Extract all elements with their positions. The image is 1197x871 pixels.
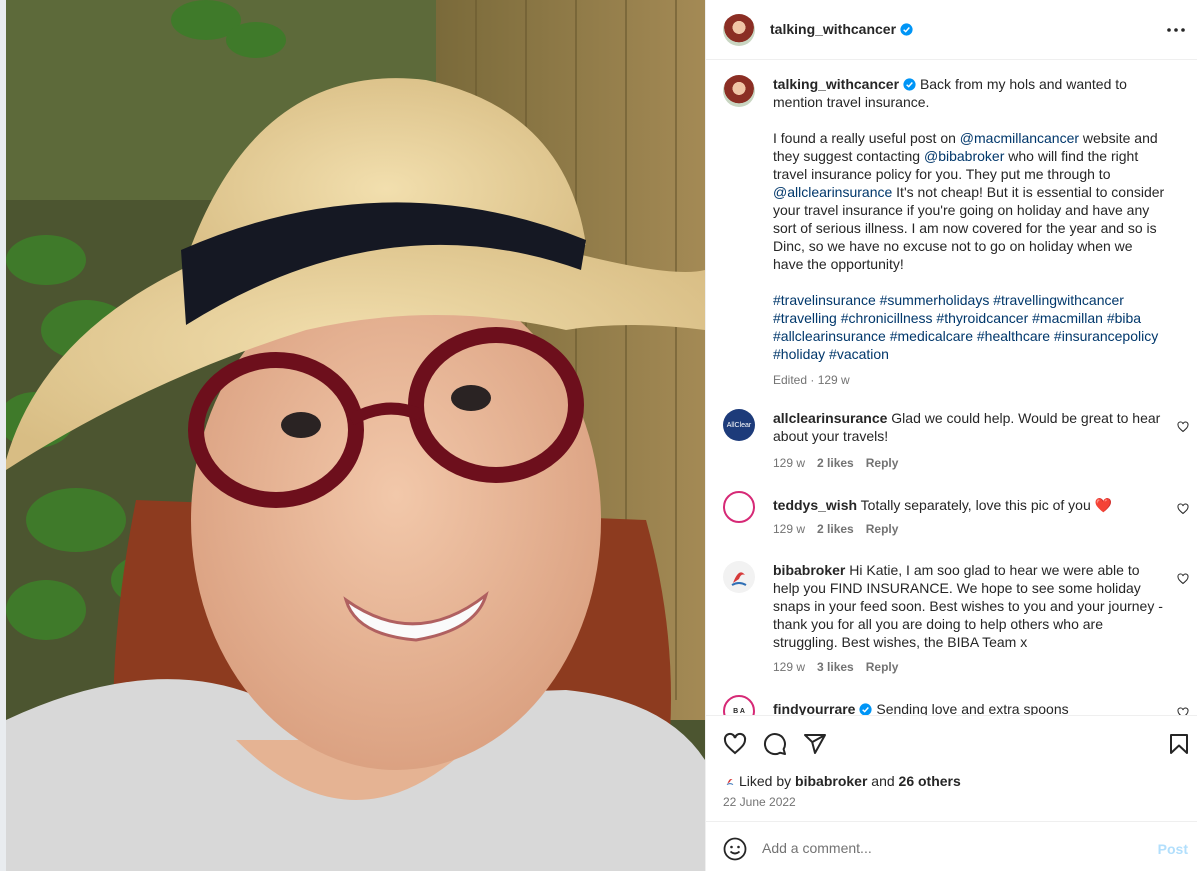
comment-text: Totally separately, love this pic of you [860,497,1091,513]
likes-prefix: Liked by [739,773,796,789]
commenter-avatar[interactable] [723,491,755,523]
comment-icon[interactable] [763,732,787,756]
verified-icon [859,703,873,715]
likes-summary: Liked by bibabroker and 26 others [723,773,961,789]
mention-link[interactable]: @bibabroker [924,148,1004,164]
comment-like-heart-icon[interactable] [1177,573,1189,585]
hashtags[interactable]: #travelinsurance #summerholidays #travel… [773,291,1165,363]
caption-text: I found a really useful post on [773,130,960,146]
comment-time[interactable]: 129 w [773,660,805,674]
bookmark-icon[interactable] [1167,732,1191,756]
comment-likes[interactable]: 2 likes [817,456,854,470]
heart-icon[interactable] [723,732,747,756]
reply-button[interactable]: Reply [866,660,899,674]
likes-and: and [867,773,899,789]
post-date[interactable]: 22 June 2022 [723,795,796,809]
comment-meta: 129 w 2 likes Reply [773,456,910,470]
comment-like-heart-icon[interactable] [1177,421,1189,433]
comment-like-heart-icon[interactable] [1177,503,1189,515]
comment-likes[interactable]: 2 likes [817,522,854,536]
caption-avatar[interactable] [723,75,755,107]
reply-button[interactable]: Reply [866,522,899,536]
comment-input[interactable] [762,834,1142,862]
liker-username[interactable]: bibabroker [795,773,867,789]
avatar-text: AllClear [726,421,752,429]
edited-time: Edited · 129 w [773,373,850,387]
liker-avatar-icon [726,778,734,785]
comment-likes[interactable]: 3 likes [817,660,854,674]
likes-others[interactable]: 26 others [899,773,961,789]
commenter-username[interactable]: findyourrare [773,701,855,715]
commenter-username[interactable]: teddys_wish [773,497,857,513]
emoji-icon[interactable] [723,837,747,861]
selfie-image [6,0,705,871]
post-actions: Liked by bibabroker and 26 others 22 Jun… [706,715,1197,821]
comment-time[interactable]: 129 w [773,456,805,470]
reply-button[interactable]: Reply [866,456,899,470]
commenter-username[interactable]: allclearinsurance [773,410,887,426]
share-icon[interactable] [803,732,827,756]
commenter-avatar[interactable] [723,561,755,593]
caption-paragraph: I found a really useful post on @macmill… [773,129,1165,273]
comments-section[interactable]: talking_withcancer Back from my hols and… [706,61,1197,715]
mention-link[interactable]: @macmillancancer [960,130,1079,146]
more-icon[interactable] [1164,18,1188,42]
commenter-username[interactable]: bibabroker [773,562,845,578]
verified-icon [900,23,913,36]
heart-emoji: ❤️ [1094,497,1113,513]
post-comment-button[interactable]: Post [1158,841,1188,857]
commenter-avatar[interactable]: AllClear [723,409,755,441]
commenter-avatar[interactable]: B A [723,695,755,715]
comment-text: Sending love and extra spoons [876,701,1069,715]
comment-time[interactable]: 129 w [773,522,805,536]
comment-meta: 129 w 2 likes Reply [773,522,910,536]
comment-meta: 129 w 3 likes Reply [773,660,910,674]
post-photo[interactable] [0,0,705,871]
author-avatar[interactable] [723,14,755,46]
post-header: talking_withcancer [706,0,1197,60]
avatar-text: B A [733,707,745,715]
verified-icon [903,78,916,91]
mention-link[interactable]: @allclearinsurance [773,184,892,200]
author-username[interactable]: talking_withcancer [770,21,913,37]
author-username-text[interactable]: talking_withcancer [770,21,896,37]
comment-composer: Post [706,821,1197,871]
caption-meta: Edited · 129 w [773,373,862,387]
post-side-panel: talking_withcancer talking_withcancer Ba… [705,0,1197,871]
comment-like-heart-icon[interactable] [1177,707,1189,715]
caption-username[interactable]: talking_withcancer [773,76,899,92]
biba-logo-icon [731,572,747,586]
